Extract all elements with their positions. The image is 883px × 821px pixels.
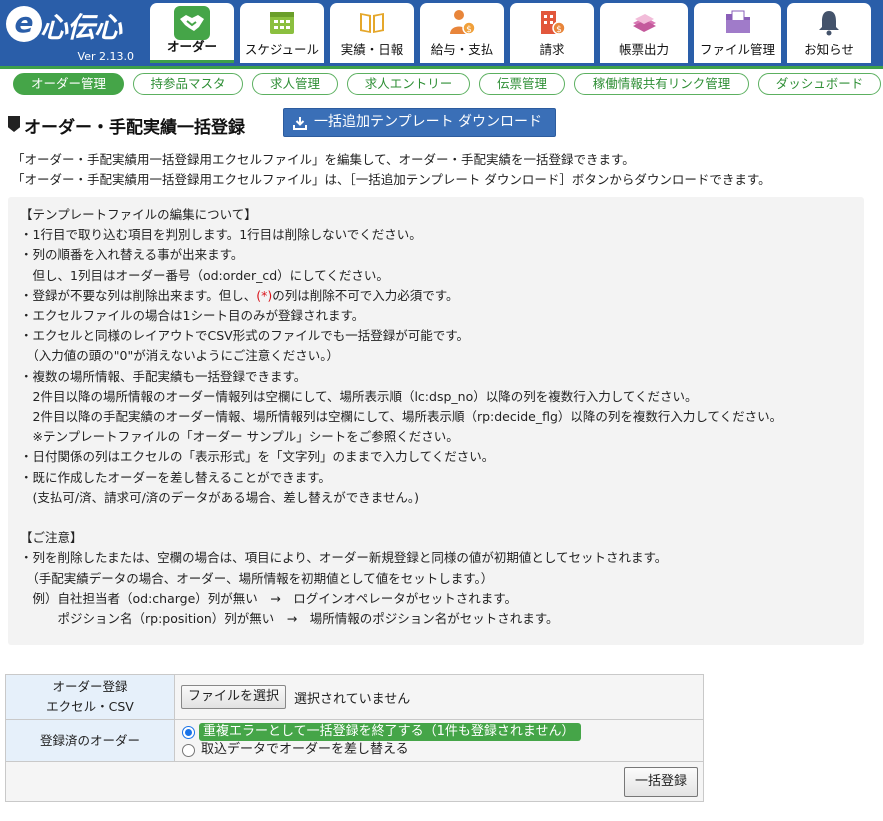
calendar-icon <box>270 12 294 34</box>
intro-line: 「オーダー・手配実績用一括登録用エクセルファイル」を編集して、オーダー・手配実績… <box>12 152 635 167</box>
intro-text: 「オーダー・手配実績用一括登録用エクセルファイル」を編集して、オーダー・手配実績… <box>12 150 771 190</box>
help-line: の列は削除不可で入力必須です。 <box>272 287 459 303</box>
logo-e-mark: e <box>6 6 42 42</box>
tab-payroll[interactable]: $ 給与・支払 <box>420 3 504 63</box>
help-line: 2件目以降の場所情報のオーダー情報列は空欄にして、場所表示順（lc:dsp_no… <box>20 388 698 404</box>
tab-billing[interactable]: $ 請求 <box>510 3 594 63</box>
file-choose-button[interactable]: ファイルを選択 <box>181 685 287 709</box>
title-marker-icon <box>8 116 20 132</box>
help-line: ※テンプレートファイルの「オーダー サンプル」シートをご参照ください。 <box>20 429 459 445</box>
submit-row: 一括登録 <box>5 761 704 802</box>
svg-text:$: $ <box>556 25 562 35</box>
subnav-share-link-management[interactable]: 稼働情報共有リンク管理 <box>574 73 749 95</box>
bell-icon <box>819 11 839 36</box>
help-line: ・登録が不要な列は削除出来ます。但し、 <box>20 287 257 303</box>
person-money-icon: $ <box>450 10 476 35</box>
upload-form: オーダー登録 エクセル・CSV ファイルを選択 選択されていません 登録済のオー… <box>5 674 704 802</box>
tab-label: お知らせ <box>804 42 854 57</box>
documents-icon <box>633 14 656 32</box>
app-logo[interactable]: e 心伝心 Ver 2.13.0 <box>0 0 146 66</box>
required-mark: (*) <box>256 287 273 303</box>
option-replace-orders-label[interactable]: 取込データでオーダーを差し替える <box>201 741 409 759</box>
template-help-box: 【テンプレートファイルの編集について】 ・1行目で取り込む項目を判別します。1行… <box>8 197 864 645</box>
tab-label: 給与・支払 <box>430 42 494 57</box>
help-line: （入力値の頭の"0"が消えないようにご注意ください。） <box>20 348 339 364</box>
help-line: ・既に作成したオーダーを差し替えることができます。 <box>20 469 331 485</box>
tab-label: ファイル管理 <box>699 42 775 57</box>
tab-label: オーダー <box>166 39 217 54</box>
help-line: 但し、1列目はオーダー番号（od:order_cd）にしてください。 <box>20 267 389 283</box>
open-book-icon <box>360 13 384 33</box>
handshake-icon <box>180 15 204 31</box>
logo-name: 心伝心 <box>40 11 122 44</box>
tab-order[interactable]: オーダー <box>150 3 234 63</box>
top-header: e 心伝心 Ver 2.13.0 オーダー スケジュール 実績・日報 $ 給与・… <box>0 0 883 66</box>
tab-reports[interactable]: 帳票出力 <box>600 3 688 63</box>
subnav-job-entry[interactable]: 求人エントリー <box>347 73 470 95</box>
help-line: ・列を削除したまたは、空欄の場合は、項目により、オーダー新規登録と同様の値が初期… <box>20 550 668 566</box>
building-money-icon: $ <box>541 11 566 35</box>
tab-label: 実績・日報 <box>340 42 404 57</box>
subnav-dashboard[interactable]: ダッシュボード <box>758 73 881 95</box>
intro-line: 「オーダー・手配実績用一括登録用エクセルファイル」は、［一括追加テンプレート ダ… <box>12 172 771 187</box>
file-label-line-1: オーダー登録 <box>52 679 128 694</box>
help-line: 【ご注意】 <box>20 530 83 546</box>
help-line: ・列の順番を入れ替える事が出来ます。 <box>20 247 244 263</box>
app-version: Ver 2.13.0 <box>77 50 134 63</box>
radio-replace-orders[interactable] <box>182 743 195 757</box>
download-button-label: 一括追加テンプレート ダウンロード <box>314 114 543 130</box>
tab-files[interactable]: ファイル管理 <box>694 3 781 63</box>
file-label-line-2: エクセル・CSV <box>46 699 134 714</box>
help-line: （手配実績データの場合、オーダー、場所情報を初期値として値をセットします。） <box>20 570 494 586</box>
help-line: ・エクセルと同様のレイアウトでCSV形式のファイルでも一括登録が可能です。 <box>20 328 469 344</box>
registered-order-options: 重複エラーとして一括登録を終了する（1件も登録されません） 取込データでオーダー… <box>174 719 704 762</box>
folder-icon <box>725 10 750 33</box>
help-line: ポジション名（rp:position）列が無い → 場所情報のポジション名がセッ… <box>20 611 559 627</box>
registered-order-label: 登録済のオーダー <box>5 719 175 762</box>
option-duplicate-error-label[interactable]: 重複エラーとして一括登録を終了する（1件も登録されません） <box>199 722 581 741</box>
option-duplicate-error[interactable]: 重複エラーとして一括登録を終了する（1件も登録されません） <box>181 722 703 741</box>
help-line: ・複数の場所情報、手配実績も一括登録できます。 <box>20 368 307 384</box>
download-icon <box>293 117 307 130</box>
subnav-item-master[interactable]: 持参品マスタ <box>133 73 243 95</box>
main-tabs: オーダー スケジュール 実績・日報 $ 給与・支払 $ 請求 帳票出力 ファイル… <box>150 3 871 66</box>
file-status-text: 選択されていません <box>294 691 411 707</box>
subnav-order-management[interactable]: オーダー管理 <box>13 73 124 95</box>
subnav-slip-management[interactable]: 伝票管理 <box>479 73 565 95</box>
help-line-required: ・登録が不要な列は削除出来ます。但し、(*)の列は削除不可で入力必須です。 <box>20 286 864 306</box>
tab-results[interactable]: 実績・日報 <box>330 3 414 63</box>
help-line: 例）自社担当者（od:charge）列が無い → ログインオペレータがセットされ… <box>20 590 518 606</box>
help-line: ・エクセルファイルの場合は1シート目のみが登録されます。 <box>20 308 365 324</box>
sub-navigation: オーダー管理 持参品マスタ 求人管理 求人エントリー 伝票管理 稼働情報共有リン… <box>0 66 883 96</box>
help-line: 2件目以降の手配実績のオーダー情報、場所情報列は空欄にして、場所表示順（rp:d… <box>20 409 783 425</box>
page-title: オーダー・手配実績一括登録 <box>24 118 245 138</box>
svg-text:$: $ <box>466 25 472 35</box>
file-field-label: オーダー登録 エクセル・CSV <box>5 674 175 720</box>
tab-label: 請求 <box>539 42 565 57</box>
tab-label: スケジュール <box>244 42 320 57</box>
file-field-cell: ファイルを選択 選択されていません <box>174 674 704 720</box>
help-line: ・1行目で取り込む項目を判別します。1行目は削除しないでください。 <box>20 227 422 243</box>
help-line: ・日付関係の列はエクセルの「表示形式」を「文字列」のままで入力してください。 <box>20 449 495 465</box>
tab-notices[interactable]: お知らせ <box>787 3 871 63</box>
help-line <box>20 508 864 528</box>
template-download-button[interactable]: 一括追加テンプレート ダウンロード <box>283 108 556 137</box>
tab-label: 帳票出力 <box>618 42 669 57</box>
option-replace-orders[interactable]: 取込データでオーダーを差し替える <box>181 741 703 759</box>
radio-duplicate-error[interactable] <box>182 725 195 739</box>
help-line: (支払可/済、請求可/済のデータがある場合、差し替えができません。) <box>20 489 420 505</box>
bulk-register-button[interactable]: 一括登録 <box>623 766 698 797</box>
subnav-job-management[interactable]: 求人管理 <box>252 73 338 95</box>
help-line: 【テンプレートファイルの編集について】 <box>20 207 257 222</box>
tab-schedule[interactable]: スケジュール <box>240 3 324 63</box>
